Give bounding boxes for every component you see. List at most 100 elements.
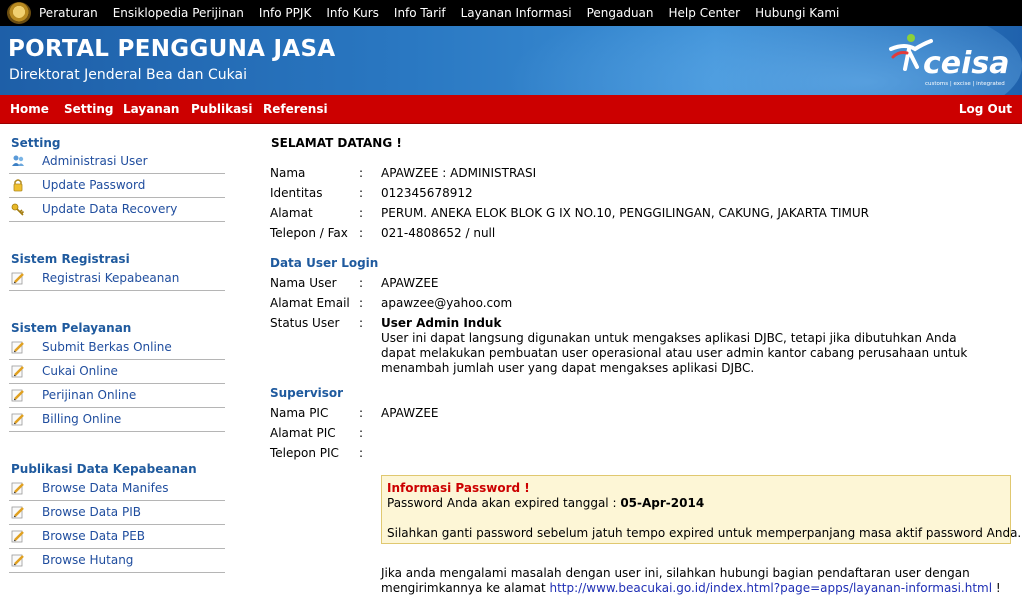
sidebar-item-label: Billing Online — [42, 412, 122, 426]
sidebar-item-browse-hutang[interactable]: Browse Hutang — [9, 549, 225, 573]
colon-separator: : — [359, 226, 364, 240]
colon-separator: : — [359, 206, 364, 220]
data-user-login-heading: Data User Login — [270, 256, 379, 270]
logout-button[interactable]: Log Out — [959, 95, 1012, 124]
sidebar-item-cukai-online[interactable]: Cukai Online — [9, 360, 225, 384]
nama-user-value: APAWZEE — [381, 276, 439, 290]
topnav-item-info-ppjk[interactable]: Info PPJK — [259, 6, 311, 20]
sidebar-item-label: Browse Data PEB — [42, 529, 146, 543]
password-info-box: Informasi Password ! Password Anda akan … — [381, 475, 1022, 544]
sidebar-item-browse-data-peb[interactable]: Browse Data PEB — [9, 525, 225, 549]
edit-icon — [11, 413, 24, 426]
sidebar-item-registrasi-kepabeanan[interactable]: Registrasi Kepabeanan — [9, 267, 225, 291]
alamat-label: Alamat — [270, 206, 313, 220]
sidebar-item-label: Cukai Online — [42, 364, 118, 378]
sidebar-item-label: Update Data Recovery — [42, 202, 178, 216]
main-content: SELAMAT DATANG ! Nama : APAWZEE : ADMINI… — [270, 124, 1022, 603]
sidebar-item-label: Browse Hutang — [42, 553, 134, 567]
edit-icon — [11, 341, 24, 354]
topnav-item-peraturan[interactable]: Peraturan — [39, 6, 98, 20]
edit-icon — [11, 365, 24, 378]
identitas-value: 012345678912 — [381, 186, 473, 200]
sidebar-item-browse-data-pib[interactable]: Browse Data PIB — [9, 501, 225, 525]
nama-pic-value: APAWZEE — [381, 406, 439, 420]
sidebar-item-administrasi-user[interactable]: Administrasi User — [9, 150, 225, 174]
bea-cukai-emblem-icon[interactable] — [7, 2, 31, 24]
topnav-item-ensiklopedia-perijinan[interactable]: Ensiklopedia Perijinan — [113, 6, 244, 20]
topnav-item-layanan-informasi[interactable]: Layanan Informasi — [461, 6, 572, 20]
edit-icon — [11, 506, 24, 519]
svg-text:ceisa: ceisa — [923, 46, 1010, 81]
sidebar-item-billing-online[interactable]: Billing Online — [9, 408, 225, 432]
edit-icon — [11, 530, 24, 543]
sidebar-item-label: Perijinan Online — [42, 388, 137, 402]
menu-publikasi[interactable]: Publikasi — [191, 95, 253, 124]
nama-label: Nama — [270, 166, 306, 180]
sidebar-item-label: Administrasi User — [42, 154, 148, 168]
alamat-pic-label: Alamat PIC — [270, 426, 336, 440]
lock-icon — [13, 179, 23, 192]
sidebar-item-label: Browse Data PIB — [42, 505, 141, 519]
menu-setting[interactable]: Setting — [64, 95, 114, 124]
alamat-value: PERUM. ANEKA ELOK BLOK G IX NO.10, PENGG… — [381, 206, 869, 220]
password-expiry-line: Password Anda akan expired tanggal : 05-… — [387, 496, 704, 510]
password-renew-notice: Silahkan ganti password sebelum jatuh te… — [387, 526, 1022, 540]
portal-title: PORTAL PENGGUNA JASA — [8, 36, 336, 62]
sidebar-item-perijinan-online[interactable]: Perijinan Online — [9, 384, 225, 408]
top-nav-list: Peraturan Ensiklopedia Perijinan Info PP… — [39, 0, 854, 26]
colon-separator: : — [359, 406, 364, 420]
nama-user-label: Nama User — [270, 276, 337, 290]
layanan-informasi-link[interactable]: http://www.beacukai.go.id/index.html?pag… — [550, 581, 993, 595]
users-icon — [12, 155, 24, 166]
topnav-item-help-center[interactable]: Help Center — [669, 6, 741, 20]
sidebar-item-submit-berkas-online[interactable]: Submit Berkas Online — [9, 336, 225, 360]
help-text-suffix: ! — [995, 581, 1001, 595]
sidebar-item-label: Browse Data Manifes — [42, 481, 169, 495]
help-text-line1: Jika anda mengalami masalah dengan user … — [381, 566, 970, 580]
sidebar-section-sistem-pelayanan: Sistem Pelayanan — [11, 321, 132, 335]
nama-value: APAWZEE : ADMINISTRASI — [381, 166, 537, 180]
colon-separator: : — [359, 166, 364, 180]
password-info-title: Informasi Password ! — [387, 481, 530, 495]
colon-separator: : — [359, 446, 364, 460]
colon-separator: : — [359, 276, 364, 290]
sidebar-item-label: Submit Berkas Online — [42, 340, 172, 354]
alamat-email-value: apawzee@yahoo.com — [381, 296, 513, 310]
menu-layanan[interactable]: Layanan — [123, 95, 179, 124]
edit-icon — [11, 554, 24, 567]
topnav-item-pengaduan[interactable]: Pengaduan — [587, 6, 654, 20]
sidebar-item-label: Registrasi Kepabeanan — [42, 271, 180, 285]
colon-separator: : — [359, 186, 364, 200]
ceisa-logo: ceisa customs | excise | integrated — [889, 34, 1010, 87]
edit-icon — [11, 389, 24, 402]
colon-separator: : — [359, 296, 364, 310]
telepon-value: 021-4808652 / null — [381, 226, 496, 240]
sidebar-item-update-data-recovery[interactable]: Update Data Recovery — [9, 198, 225, 222]
topnav-item-info-tarif[interactable]: Info Tarif — [394, 6, 446, 20]
status-user-value: User Admin Induk — [381, 316, 502, 330]
supervisor-heading: Supervisor — [270, 386, 344, 400]
identitas-label: Identitas — [270, 186, 323, 200]
sidebar-section-sistem-registrasi: Sistem Registrasi — [11, 252, 130, 266]
top-navigation-bar: Peraturan Ensiklopedia Perijinan Info PP… — [0, 0, 1022, 26]
sidebar-section-setting: Setting — [11, 136, 61, 150]
edit-icon — [11, 482, 24, 495]
welcome-heading: SELAMAT DATANG ! — [271, 136, 402, 150]
sidebar-item-label: Update Password — [42, 178, 146, 192]
topnav-item-info-kurs[interactable]: Info Kurs — [326, 6, 379, 20]
topnav-item-hubungi-kami[interactable]: Hubungi Kami — [755, 6, 839, 20]
edit-icon — [11, 272, 24, 285]
password-expiry-date: 05-Apr-2014 — [620, 496, 705, 510]
status-user-description: User ini dapat langsung digunakan untuk … — [381, 331, 968, 375]
sidebar-item-update-password[interactable]: Update Password — [9, 174, 225, 198]
menu-home[interactable]: Home — [10, 95, 49, 124]
menu-referensi[interactable]: Referensi — [263, 95, 328, 124]
key-icon — [11, 203, 25, 216]
telepon-pic-label: Telepon PIC — [270, 446, 339, 460]
password-expiry-text: Password Anda akan expired tanggal : — [387, 496, 617, 510]
portal-subtitle: Direktorat Jenderal Bea dan Cukai — [9, 67, 247, 83]
alamat-email-label: Alamat Email — [270, 296, 350, 310]
help-text-prefix: mengirimkannya ke alamat — [381, 581, 546, 595]
colon-separator: : — [359, 316, 364, 330]
sidebar-item-browse-data-manifes[interactable]: Browse Data Manifes — [9, 477, 225, 501]
